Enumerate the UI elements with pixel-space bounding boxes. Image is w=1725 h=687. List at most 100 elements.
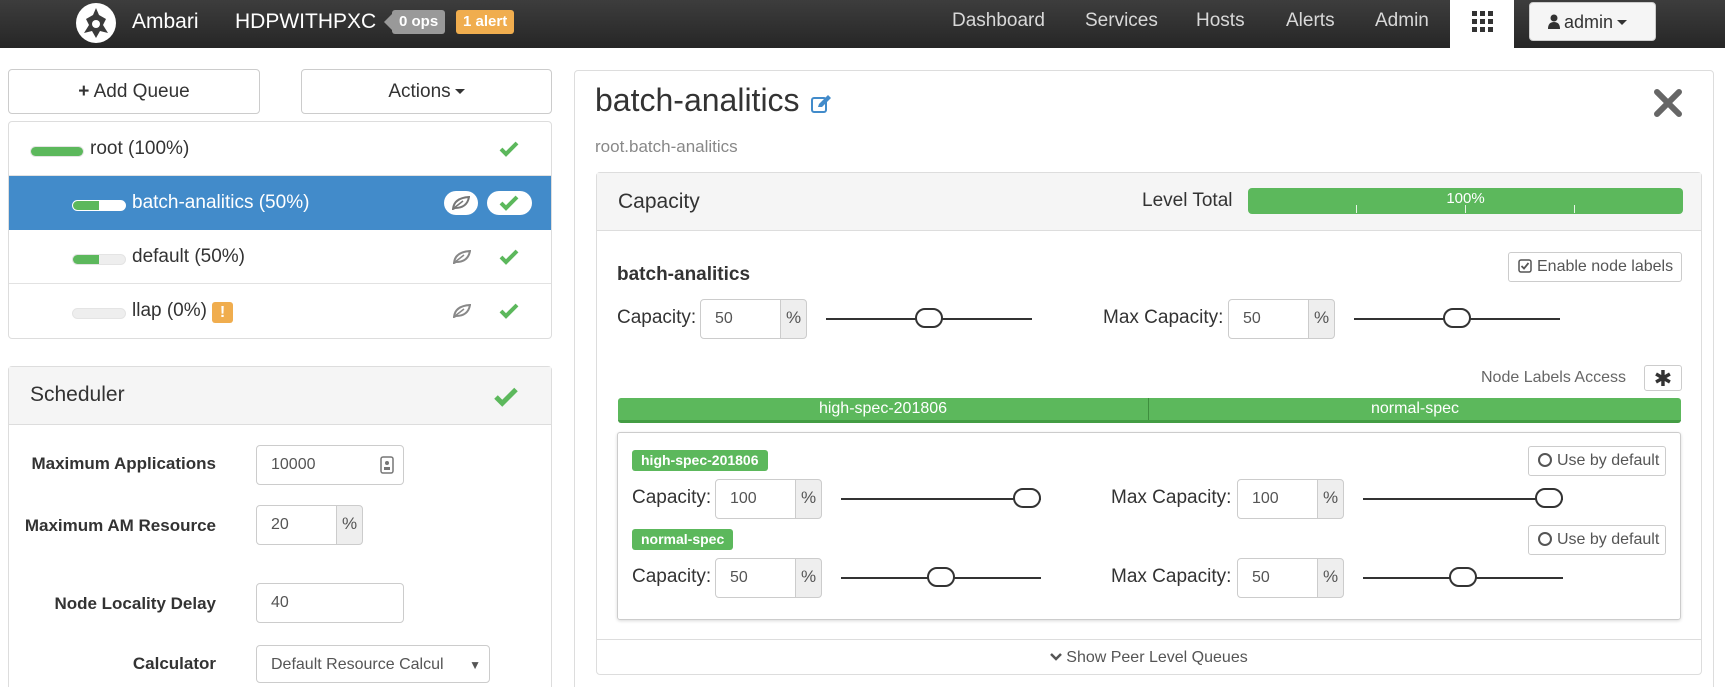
warning-icon[interactable]: ! bbox=[212, 302, 233, 323]
queue-row-root[interactable]: root (100%) bbox=[9, 122, 551, 176]
percent-addon: % bbox=[780, 299, 807, 339]
percent-addon: % bbox=[336, 505, 363, 545]
level-total-label: Level Total bbox=[1142, 190, 1233, 211]
slider-handle[interactable] bbox=[1535, 488, 1563, 508]
max-am-label: Maximum AM Resource bbox=[24, 516, 216, 535]
label-capacity-input[interactable]: 50 bbox=[715, 558, 796, 598]
label-max-capacity-slider[interactable] bbox=[1363, 498, 1563, 500]
label-max-capacity-input[interactable]: 100 bbox=[1237, 479, 1318, 519]
max-capacity-value: 50 bbox=[1243, 310, 1261, 327]
queue-title: batch-analitics bbox=[595, 82, 800, 118]
capacity-header: Capacity Level Total 100% bbox=[597, 173, 1701, 231]
stepper-icon[interactable] bbox=[380, 456, 394, 474]
level-total-bar: 100% bbox=[1248, 188, 1683, 214]
queue-path: root.batch-analitics bbox=[595, 137, 738, 156]
max-am-value: 20 bbox=[271, 516, 289, 533]
show-peer-queues-link[interactable]: Show Peer Level Queues bbox=[596, 639, 1702, 675]
check-icon bbox=[499, 141, 519, 157]
show-peer-label: Show Peer Level Queues bbox=[1066, 649, 1248, 666]
select-arrow-icon: ▼ bbox=[469, 658, 481, 672]
use-by-default-button[interactable]: Use by default bbox=[1528, 525, 1666, 555]
label-max-capacity-input[interactable]: 50 bbox=[1237, 558, 1318, 598]
calculator-select[interactable]: Default Resource Calcul ▼ bbox=[256, 645, 490, 683]
queue-label: root (100%) bbox=[90, 138, 190, 159]
locality-input[interactable]: 40 bbox=[256, 583, 404, 623]
grid-icon bbox=[1472, 11, 1493, 32]
max-apps-input[interactable]: 10000 bbox=[256, 445, 404, 485]
nav-dashboard[interactable]: Dashboard bbox=[952, 10, 1045, 32]
close-icon[interactable] bbox=[1652, 87, 1684, 119]
capacity-section-title: batch-analitics bbox=[617, 264, 751, 285]
use-by-default-label: Use by default bbox=[1557, 531, 1660, 548]
max-apps-label: Maximum Applications bbox=[31, 454, 216, 473]
alert-badge[interactable]: 1 alert bbox=[456, 10, 515, 34]
slider-handle[interactable] bbox=[915, 308, 943, 328]
max-capacity-label: Max Capacity: bbox=[1103, 307, 1224, 328]
user-name: admin bbox=[1564, 12, 1614, 32]
capacity-value: 50 bbox=[715, 310, 733, 327]
max-am-input[interactable]: 20 bbox=[256, 505, 337, 545]
user-menu-button[interactable]: admin bbox=[1529, 2, 1656, 41]
slider-handle[interactable] bbox=[1449, 567, 1477, 587]
check-icon bbox=[499, 303, 519, 319]
percent-addon: % bbox=[795, 558, 822, 598]
queue-capacity-bar bbox=[72, 308, 126, 319]
queue-label: llap (0%) bbox=[132, 300, 207, 321]
capacity-input[interactable]: 50 bbox=[700, 299, 781, 339]
node-labels-access-label: Node Labels Access bbox=[1481, 369, 1626, 386]
brand-name[interactable]: Ambari bbox=[132, 10, 199, 34]
leaf-icon bbox=[452, 196, 470, 210]
queue-row-batch-analitics[interactable]: batch-analitics (50%) bbox=[9, 176, 551, 230]
caret-down-icon bbox=[1617, 20, 1628, 25]
node-labels-access-button[interactable]: ✱ bbox=[1644, 365, 1682, 391]
node-labels-bar: high-spec-201806 normal-spec bbox=[618, 398, 1681, 423]
edit-icon[interactable] bbox=[811, 94, 833, 114]
cluster-name[interactable]: HDPWITHPXC bbox=[235, 10, 376, 34]
ops-badge[interactable]: 0 ops bbox=[383, 10, 446, 34]
actions-button[interactable]: Actions bbox=[301, 69, 552, 114]
scheduler-title: Scheduler bbox=[30, 383, 125, 406]
add-queue-button[interactable]: + Add Queue bbox=[8, 69, 260, 114]
queue-row-llap[interactable]: llap (0%) ! bbox=[9, 284, 551, 338]
label-max-capacity-label: Max Capacity: bbox=[1111, 566, 1232, 587]
max-capacity-input[interactable]: 50 bbox=[1228, 299, 1309, 339]
queue-capacity-bar bbox=[72, 200, 126, 211]
label-max-capacity-value: 50 bbox=[1252, 569, 1270, 586]
slider-handle[interactable] bbox=[927, 567, 955, 587]
nav-admin[interactable]: Admin bbox=[1375, 10, 1429, 32]
label-capacity-label: Capacity: bbox=[632, 566, 712, 587]
capacity-label: Capacity: bbox=[617, 307, 697, 328]
check-icon bbox=[494, 387, 518, 407]
leaf-icon bbox=[453, 304, 471, 318]
nav-alerts[interactable]: Alerts bbox=[1286, 10, 1335, 32]
use-by-default-button[interactable]: Use by default bbox=[1528, 446, 1666, 476]
add-queue-label: Add Queue bbox=[93, 81, 190, 102]
scheduler-header: Scheduler bbox=[9, 367, 551, 425]
slider-handle[interactable] bbox=[1013, 488, 1041, 508]
queue-label: batch-analitics (50%) bbox=[132, 192, 310, 213]
actions-label: Actions bbox=[388, 81, 451, 102]
use-by-default-label: Use by default bbox=[1557, 452, 1660, 469]
enable-node-labels-button[interactable]: Enable node labels bbox=[1508, 252, 1682, 282]
slider-handle[interactable] bbox=[1443, 308, 1471, 328]
node-label-tag: normal-spec bbox=[632, 529, 734, 550]
queue-row-default[interactable]: default (50%) bbox=[9, 230, 551, 284]
label-capacity-input[interactable]: 100 bbox=[715, 479, 796, 519]
label-pill bbox=[444, 191, 478, 215]
max-apps-value: 10000 bbox=[271, 456, 316, 473]
label-capacity-slider[interactable] bbox=[841, 498, 1041, 500]
percent-addon: % bbox=[1317, 558, 1344, 598]
capacity-title: Capacity bbox=[618, 190, 700, 213]
enable-node-labels-label: Enable node labels bbox=[1537, 258, 1674, 275]
checkbox-icon bbox=[1518, 259, 1532, 273]
views-grid-button[interactable] bbox=[1450, 0, 1514, 48]
nav-hosts[interactable]: Hosts bbox=[1196, 10, 1245, 32]
node-label-segment: normal-spec bbox=[1370, 400, 1460, 417]
radio-icon bbox=[1538, 453, 1552, 467]
label-max-capacity-value: 100 bbox=[1252, 490, 1279, 507]
ambari-logo-icon[interactable] bbox=[76, 3, 116, 43]
chevron-down-icon bbox=[1050, 653, 1063, 661]
top-navbar: Ambari HDPWITHPXC 0 ops 1 alert Dashboar… bbox=[0, 0, 1725, 48]
label-capacity-value: 50 bbox=[730, 569, 748, 586]
nav-services[interactable]: Services bbox=[1085, 10, 1158, 32]
